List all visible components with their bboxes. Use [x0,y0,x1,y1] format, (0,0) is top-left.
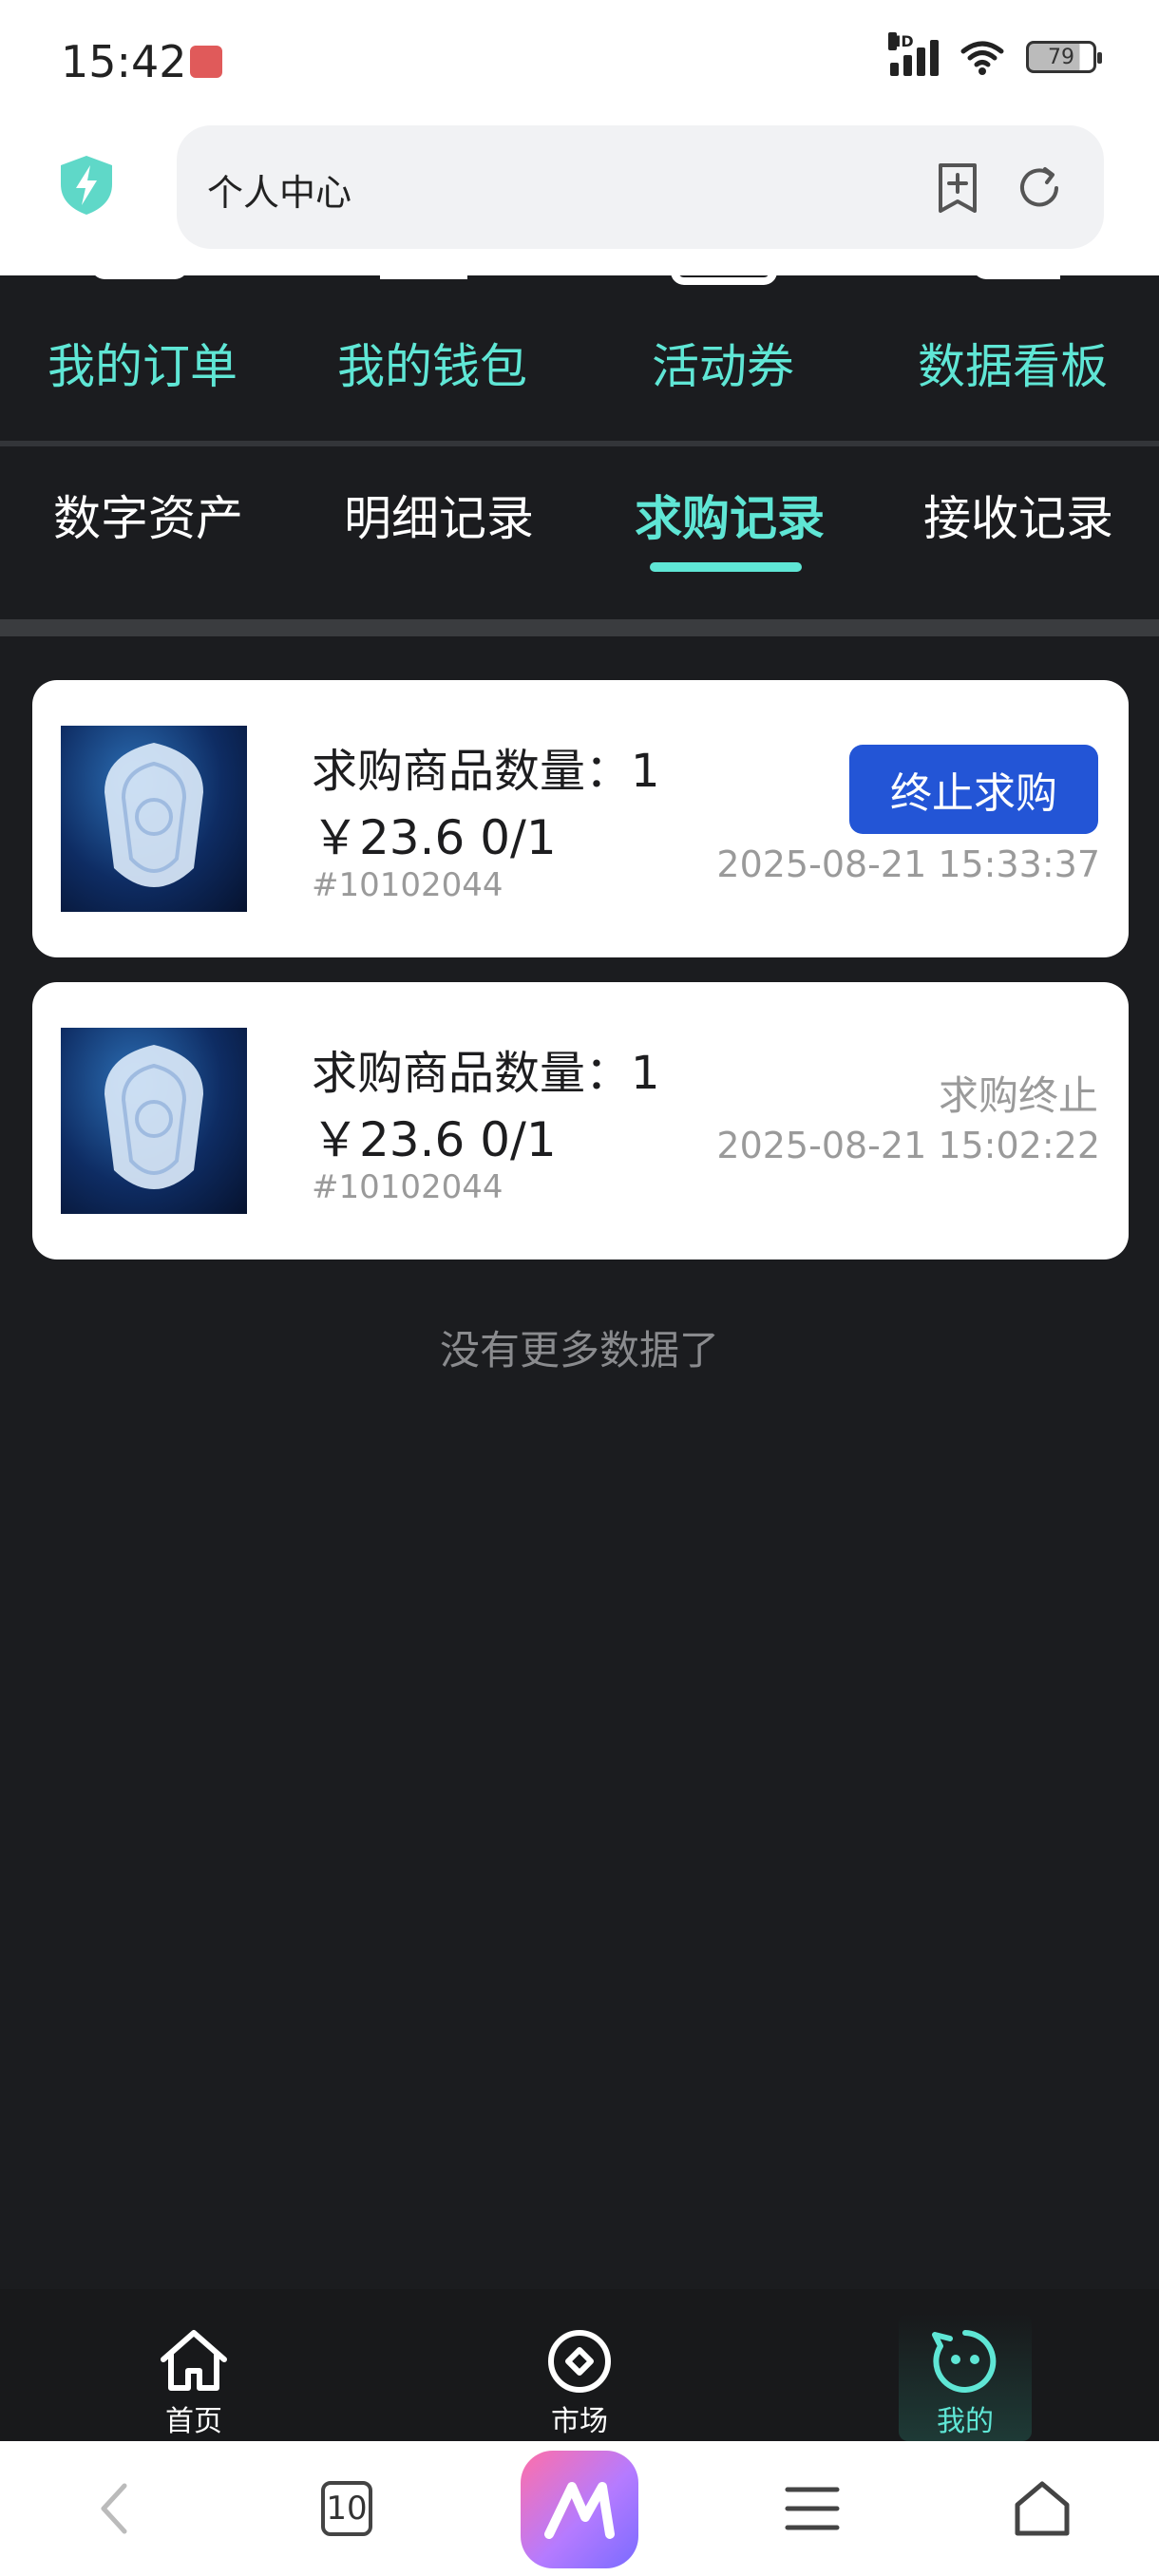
browser-toolbar: 10 [0,2441,1159,2576]
tab-digital-assets[interactable]: 数字资产 [53,481,243,549]
market-icon [548,2330,611,2393]
nav-data-dashboard[interactable]: 数据看板 [918,329,1108,397]
divider [0,619,1159,636]
profile-icon [932,2330,997,2393]
record-id: #10102044 [312,866,504,904]
refresh-icon[interactable] [1013,161,1066,215]
app-bottom-nav: 首页 市场 我的 [0,2289,1159,2441]
record-id: #10102044 [312,1168,504,1206]
quantity-text: 求购商品数量：1 [312,745,660,798]
home-button[interactable] [1009,2475,1075,2542]
nav-home[interactable]: 首页 [127,2327,260,2439]
home-icon [161,2330,227,2391]
browser-home-icon [1015,2481,1070,2536]
orders-icon [91,275,188,279]
nav-market[interactable]: 市场 [513,2327,646,2439]
tab-received-records[interactable]: 接收记录 [923,481,1113,549]
coupon-icon [671,275,777,285]
jade-pendant-image [104,743,203,887]
page-title: 个人中心 [207,172,352,214]
menu-button[interactable] [779,2475,846,2542]
network-type: HD [888,32,914,50]
record-card[interactable]: 求购商品数量：1 ￥23.6 0/1 #10102044 求购终止 2025-0… [32,982,1129,1260]
nav-label: 首页 [165,2405,222,2438]
active-tab-indicator [650,562,802,572]
wifi-icon [960,41,1004,75]
record-card[interactable]: 求购商品数量：1 ￥23.6 0/1 #10102044 终止求购 2025-0… [32,680,1129,957]
browser-address-bar: 个人中心 [0,123,1159,275]
dashboard-icon [973,275,1060,279]
stop-purchase-button[interactable]: 终止求购 [849,745,1098,834]
battery-level: 79 [1048,45,1074,69]
status-icons: HD 79 [888,32,1102,76]
product-image [61,1028,247,1214]
nav-my-wallet[interactable]: 我的钱包 [337,329,527,397]
url-box[interactable]: 个人中心 [177,125,1104,249]
record-time: 2025-08-21 15:33:37 [716,843,1100,885]
status-time: 15:42 [61,36,187,87]
menu-icon [785,2487,840,2530]
list-end-text: 没有更多数据了 [439,1327,719,1373]
nav-profile[interactable]: 我的 [899,2314,1032,2441]
status-bar: 15:42 HD 79 [0,0,1159,123]
top-nav: 我的订单 我的钱包 活动券 数据看板 [0,275,1159,445]
shield-icon[interactable] [57,154,116,217]
app-center-button[interactable] [521,2451,638,2568]
nav-my-orders[interactable]: 我的订单 [48,329,238,397]
record-tabs: 数字资产 明细记录 求购记录 接收记录 [0,446,1159,617]
price-text: ￥23.6 0/1 [312,1112,557,1167]
status-label: 求购终止 [938,1072,1098,1119]
nav-coupons[interactable]: 活动券 [652,329,794,397]
page: 15:42 HD 79 个人中心 我的订单 我的钱包 活动券 数据看板 数字资产… [0,0,1159,2576]
battery-icon: 79 [1026,41,1102,73]
tabs-button[interactable]: 10 [321,2481,372,2536]
wallet-icon [380,275,467,279]
signal-icon: HD [888,32,939,76]
back-button[interactable] [82,2475,148,2542]
add-bookmark-icon[interactable] [931,161,984,215]
app-logo-icon [544,2482,615,2539]
quantity-text: 求购商品数量：1 [312,1047,660,1100]
chevron-left-icon [101,2483,127,2534]
nav-label: 市场 [551,2405,608,2438]
jade-pendant-image [104,1045,203,1189]
tab-detail-records[interactable]: 明细记录 [344,481,534,549]
price-text: ￥23.6 0/1 [312,810,557,865]
nav-label: 我的 [937,2405,994,2438]
product-image [61,726,247,912]
record-time: 2025-08-21 15:02:22 [716,1125,1100,1166]
tab-purchase-requests[interactable]: 求购记录 [635,481,825,549]
notification-icon [190,46,222,78]
